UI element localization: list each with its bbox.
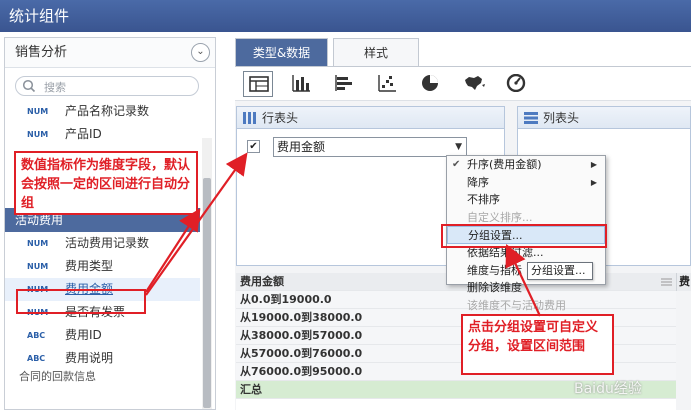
gauge-icon[interactable] — [501, 71, 531, 97]
pie-chart-icon[interactable] — [415, 71, 445, 97]
columns-icon — [243, 112, 256, 124]
chevron-down-icon[interactable]: ⌄ — [191, 43, 210, 62]
field-type-badge: NUM — [27, 239, 49, 248]
table-icon[interactable] — [243, 71, 273, 97]
rows-icon — [524, 112, 538, 124]
list-lines-icon[interactable] — [658, 273, 674, 291]
field-label: 活动费用记录数 — [65, 236, 150, 250]
scrollbar-thumb[interactable] — [203, 178, 211, 408]
search-input[interactable]: 搜索 — [15, 76, 199, 96]
field-type-badge: ABC — [27, 331, 46, 340]
field-type-badge: NUM — [27, 130, 49, 139]
check-icon: ✔ — [452, 159, 461, 170]
bar-chart-icon[interactable] — [286, 71, 316, 97]
package-selector[interactable]: 销售分析 ⌄ — [5, 38, 215, 68]
field-label: 产品ID — [65, 127, 102, 141]
field-label: 费用ID — [65, 328, 102, 342]
highlight-box-field — [16, 289, 146, 314]
column-header-title-bar: 列表头 — [518, 107, 690, 129]
table-header-next: 费 — [676, 273, 691, 291]
menu-item-unlink: 该维度不与活动费用 — [447, 297, 605, 315]
field-checkbox[interactable]: ✔ — [247, 140, 260, 153]
left-panel: 销售分析 ⌄ 搜索 NUM 产品名称记录数 NUM 产品ID 活动费用 NUM … — [4, 37, 216, 410]
row-header-title-bar: 行表头 — [237, 107, 504, 129]
highlight-box-menu-item — [441, 224, 607, 248]
field-label: 费用说明 — [65, 351, 114, 365]
list-item[interactable]: ABC 费用ID — [5, 324, 200, 347]
menu-item-label: 不排序 — [467, 193, 500, 207]
submenu-arrow-icon: ▶ — [590, 160, 597, 169]
list-item[interactable]: ABC 费用说明 — [5, 347, 200, 370]
field-dropdown[interactable]: 费用金额 ▼ — [273, 137, 467, 157]
menu-item-sort-asc[interactable]: ✔ 升序(费用金额) ▶ — [447, 156, 605, 174]
menu-item-label: 自定义排序... — [467, 210, 533, 224]
column-header-title: 列表头 — [543, 111, 580, 125]
field-list: NUM 产品名称记录数 NUM 产品ID 活动费用 NUM 活动费用记录数 NU… — [5, 100, 200, 384]
list-item[interactable]: 合同的回款信息 — [5, 370, 200, 384]
dropdown-arrow-icon[interactable]: ▼ — [455, 138, 462, 156]
list-item[interactable]: NUM 费用类型 — [5, 255, 200, 278]
field-type-badge: ABC — [27, 354, 46, 363]
list-item[interactable]: NUM 产品ID — [5, 123, 200, 146]
menu-item-label: 升序(费用金额) — [467, 158, 542, 171]
map-icon[interactable] — [458, 71, 488, 97]
menu-item-label: 该维度不与活动费用 — [467, 298, 566, 312]
field-label: 费用类型 — [65, 259, 114, 273]
watermark: Baidu经验 — [574, 381, 642, 397]
horizontal-bar-icon[interactable] — [329, 71, 359, 97]
menu-item-delete-dimension[interactable]: 删除该维度 — [447, 279, 605, 297]
callout-group-settings: 点击分组设置可自定义分组，设置区间范围 — [461, 314, 614, 375]
submenu-arrow-icon: ▶ — [590, 177, 597, 187]
list-item[interactable]: NUM 活动费用记录数 — [5, 232, 200, 255]
dimension-field[interactable]: ✔ 费用金额 ▼ — [247, 137, 467, 157]
callout-auto-grouping: 数值指标作为维度字段，默认会按照一定的区间进行自动分组 — [14, 151, 198, 215]
field-type-badge: NUM — [27, 262, 49, 271]
field-type-badge: NUM — [27, 107, 49, 116]
tab-style[interactable]: 样式 — [333, 38, 419, 66]
field-name: 费用金额 — [277, 140, 326, 154]
menu-item-label: 降序 — [467, 175, 489, 189]
tooltip: 分组设置... — [527, 262, 593, 280]
window-title: 统计组件 — [0, 0, 691, 32]
package-name: 销售分析 — [15, 45, 68, 60]
menu-item-no-sort[interactable]: 不排序 — [447, 191, 605, 209]
search-icon — [22, 79, 36, 93]
tab-type-data[interactable]: 类型&数据 — [235, 38, 328, 66]
menu-item-label: 删除该维度 — [467, 281, 522, 295]
menu-item-label: 维度与指标 — [467, 263, 522, 277]
row-header-title: 行表头 — [262, 111, 299, 125]
vertical-scrollbar[interactable] — [202, 138, 212, 409]
scatter-icon[interactable] — [372, 71, 402, 97]
field-label: 产品名称记录数 — [65, 104, 150, 118]
menu-item-sort-desc[interactable]: 降序 ▶ — [447, 174, 605, 192]
search-placeholder: 搜索 — [44, 81, 66, 94]
list-item[interactable]: NUM 产品名称记录数 — [5, 100, 200, 123]
chart-type-toolbar — [235, 67, 691, 101]
